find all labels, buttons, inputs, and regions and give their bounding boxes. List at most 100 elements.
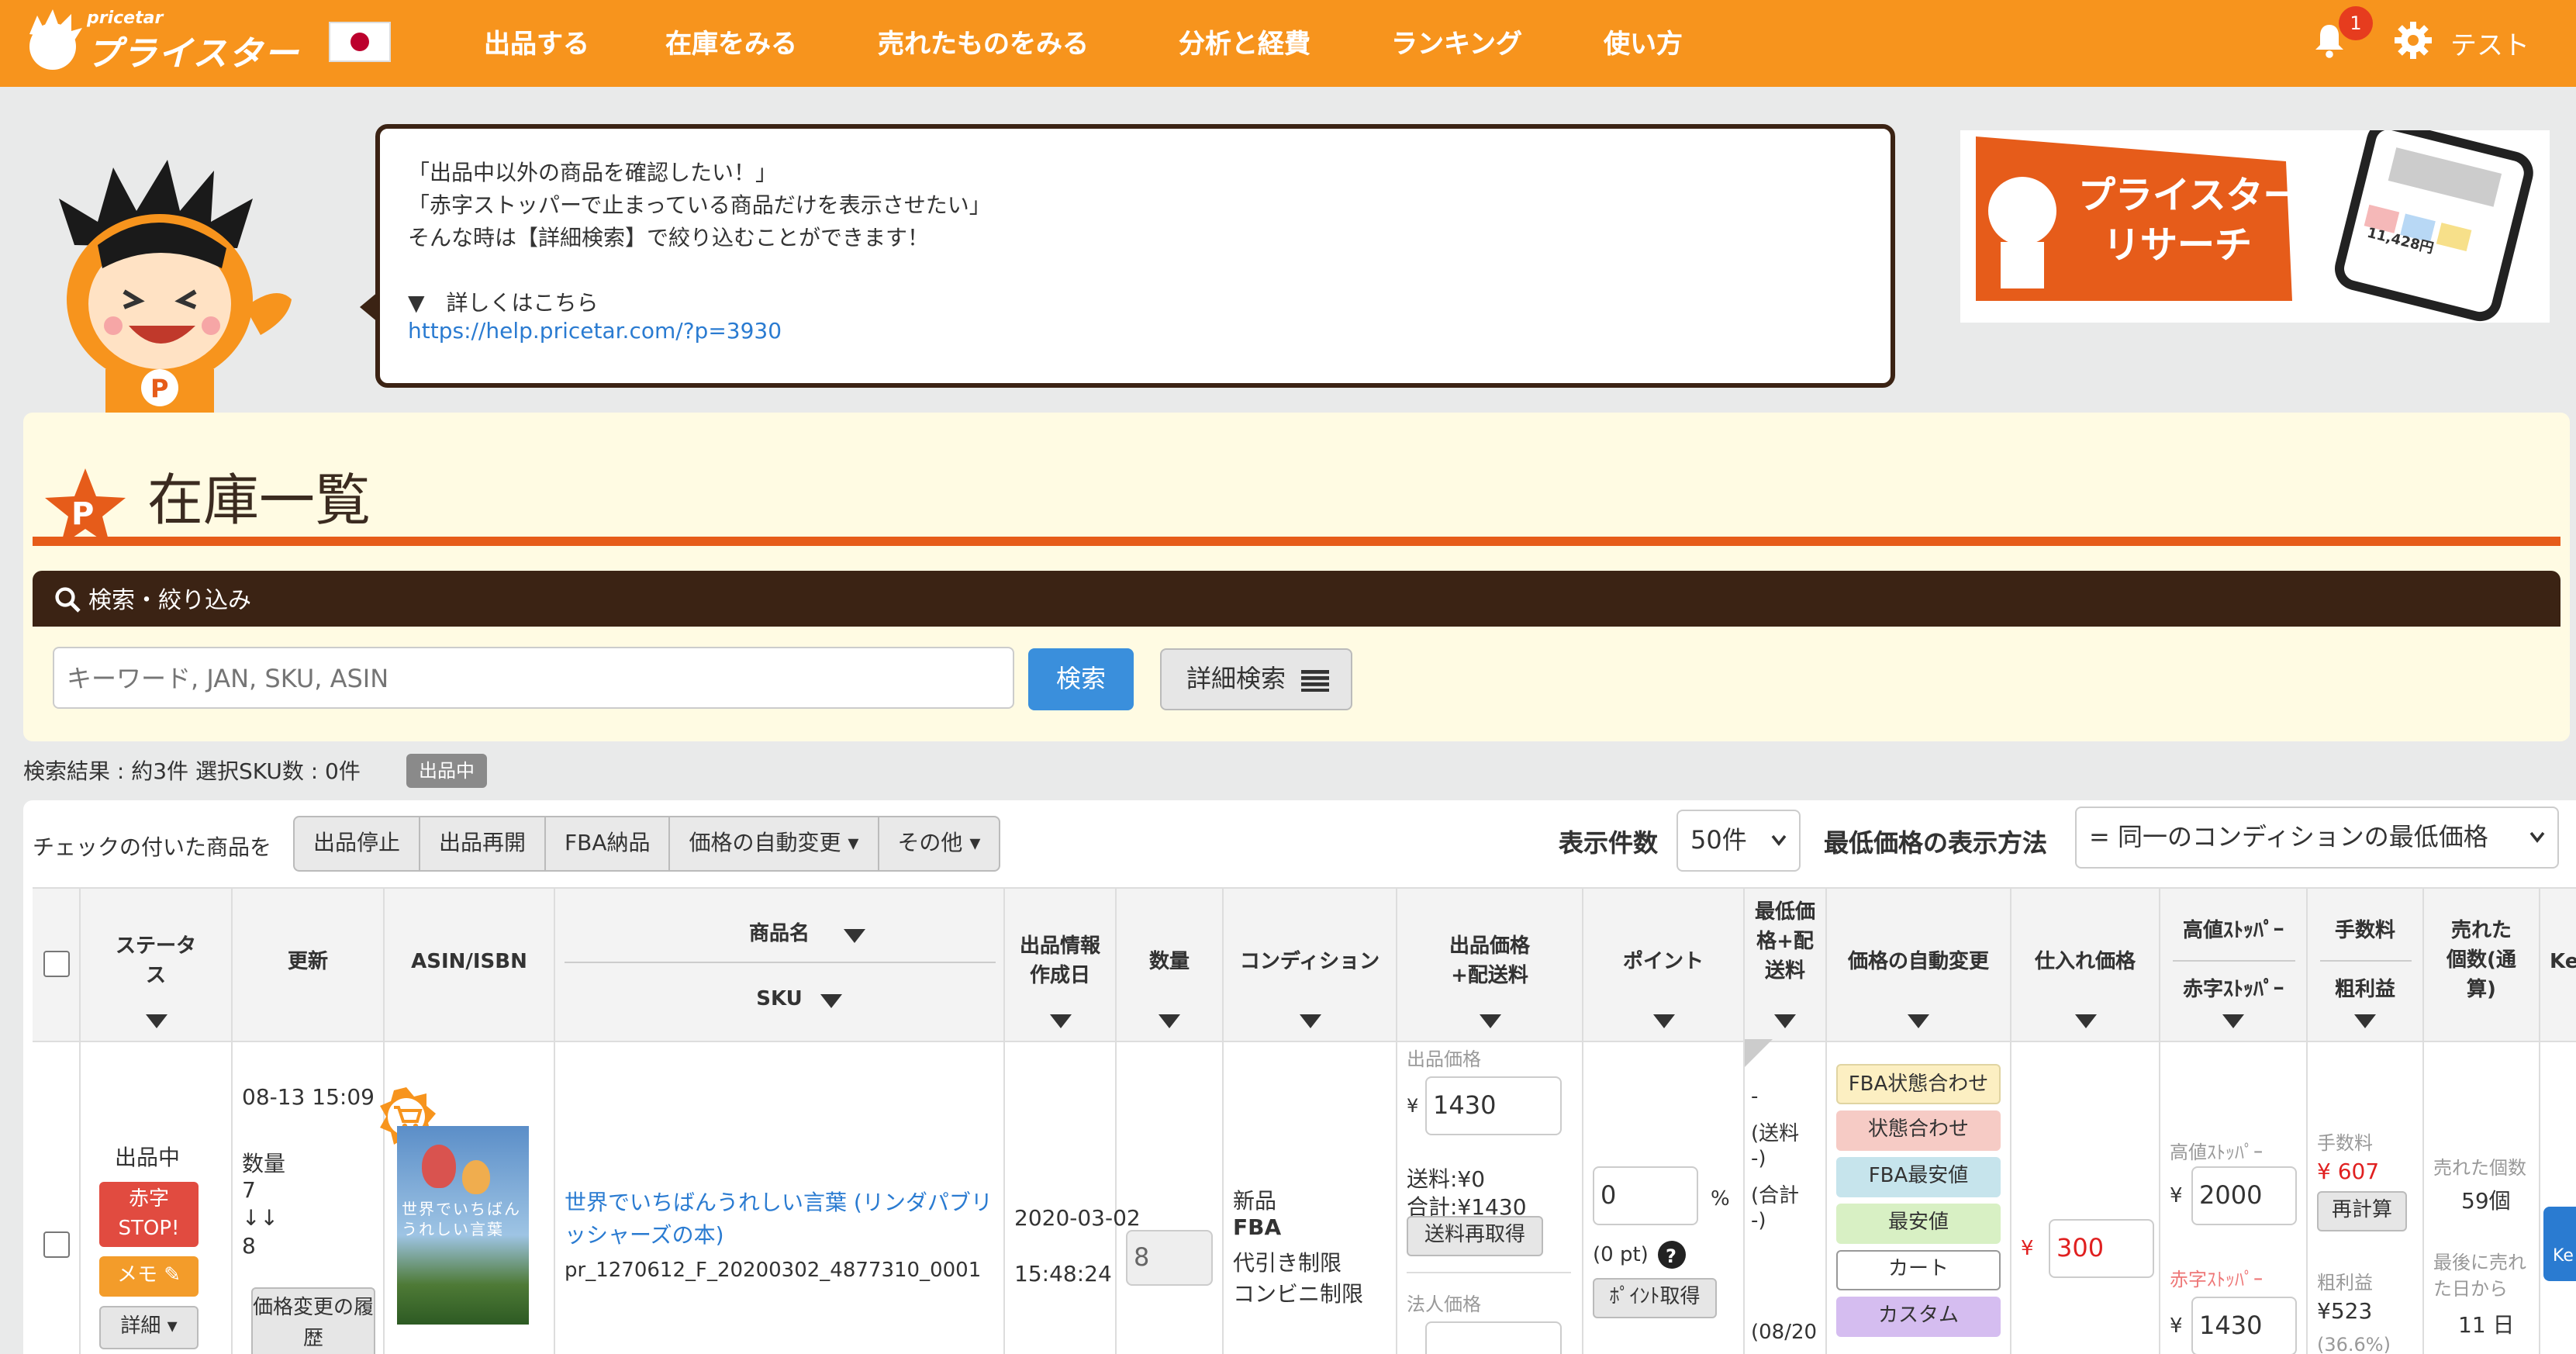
detail-dropdown[interactable]: 詳細 ▾: [99, 1306, 199, 1349]
banner-subtitle: リサーチ: [2103, 223, 2252, 267]
search-button[interactable]: 検索: [1028, 648, 1134, 710]
memo-button[interactable]: メモ ✎: [99, 1256, 199, 1297]
created-cell: 2020-03-02 15:48:24: [1005, 1039, 1141, 1354]
nav-analytics[interactable]: 分析と経費: [1179, 22, 1310, 60]
stopper-column-header[interactable]: 高値ｽﾄｯﾊﾟｰ 赤字ｽﾄｯﾊﾟｰ: [2160, 889, 2308, 1041]
cost-column-header[interactable]: 仕入れ価格: [2011, 889, 2160, 1041]
high-stopper-input[interactable]: 2000: [2191, 1166, 2297, 1225]
product-name-link[interactable]: 世界でいちばんうれしい言葉 (リンダパブリッシャーズの本): [565, 1188, 996, 1253]
row-checkbox[interactable]: [43, 1231, 70, 1258]
nav-inventory[interactable]: 在庫をみる: [665, 22, 797, 60]
sort-arrow-icon[interactable]: [1652, 1014, 1674, 1028]
days-since-sold-value: 11 日: [2458, 1314, 2515, 1338]
corporate-price-input[interactable]: [1425, 1321, 1562, 1354]
tip-line-3: そんな時は【詳細検索】で絞り込むことができます！: [408, 226, 929, 251]
pricetar-research-banner[interactable]: プライスター リサーチ 11,428円: [1960, 130, 2550, 323]
sort-arrow-icon[interactable]: [1299, 1014, 1321, 1028]
search-section-header[interactable]: 検索・絞り込み: [33, 571, 2560, 627]
sort-arrow-icon[interactable]: [820, 994, 842, 1008]
sort-arrow-icon[interactable]: [1908, 1014, 1929, 1028]
banner-title: プライスター: [2078, 174, 2301, 217]
auto-price-fba-condition[interactable]: FBA状態合わせ: [1836, 1064, 2001, 1104]
fee-profit-column-header[interactable]: 手数料 粗利益: [2308, 889, 2424, 1041]
min-price-line: -): [1751, 1210, 1766, 1233]
per-page-value: 50件: [1690, 825, 1747, 855]
status-column-header[interactable]: ステータス: [81, 889, 233, 1041]
nav-ranking[interactable]: ランキング: [1391, 22, 1522, 60]
min-price-column-header[interactable]: 最低価格+配送料: [1745, 889, 1827, 1041]
balloon-shape: [462, 1160, 490, 1194]
japan-flag-icon[interactable]: [329, 22, 391, 62]
pricetar-logo[interactable]: pricetar プライスター: [22, 3, 332, 84]
point-input[interactable]: 0: [1593, 1166, 1698, 1225]
per-page-select[interactable]: 50件: [1676, 810, 1801, 872]
svg-text:?: ?: [1666, 1245, 1676, 1267]
keyword-search-input[interactable]: [53, 647, 1014, 709]
banner-graphic: [1976, 130, 2533, 322]
question-icon[interactable]: ?: [1658, 1241, 1686, 1269]
listing-price-input[interactable]: 1430: [1425, 1076, 1562, 1135]
sort-arrow-icon[interactable]: [1479, 1014, 1500, 1028]
sort-arrow-icon[interactable]: [2074, 1014, 2096, 1028]
product-name-column-header[interactable]: 商品名 SKU: [555, 889, 1005, 1041]
advanced-search-button[interactable]: 詳細検索: [1160, 648, 1352, 710]
min-price-mode-select[interactable]: = 同一のコンディションの最低価格: [2075, 807, 2559, 869]
min-price-mode-value: = 同一のコンディションの最低価格: [2089, 822, 2488, 851]
sort-arrow-icon[interactable]: [145, 1014, 167, 1028]
condition-column-header[interactable]: コンディション: [1224, 889, 1397, 1041]
auto-price-dropdown[interactable]: 価格の自動変更 ▾: [670, 817, 879, 870]
other-actions-dropdown[interactable]: その他 ▾: [879, 817, 999, 870]
notification-count-badge[interactable]: 1: [2339, 6, 2373, 40]
help-link[interactable]: https://help.pricetar.com/?p=3930: [408, 320, 782, 344]
tip-speech-bubble: 「出品中以外の商品を確認したい！」 「赤字ストッパーで止まっている商品だけを表示…: [375, 124, 1895, 388]
sort-arrow-icon[interactable]: [2222, 1014, 2244, 1028]
sold-count-cell: 売れた個数 59個 最後に売れた日から 11 日: [2424, 1039, 2540, 1354]
cost-price-input[interactable]: 300: [2049, 1219, 2154, 1278]
auto-price-column-header[interactable]: 価格の自動変更: [1827, 889, 2011, 1041]
quantity-column-header[interactable]: 数量: [1117, 889, 1224, 1041]
auto-price-lowest[interactable]: 最安値: [1836, 1204, 2001, 1244]
auto-price-fba-lowest[interactable]: FBA最安値: [1836, 1157, 2001, 1197]
fba-inbound-button[interactable]: FBA納品: [546, 817, 671, 870]
stop-listing-button[interactable]: 出品停止: [295, 817, 420, 870]
created-column-header[interactable]: 出品情報作成日: [1005, 889, 1117, 1041]
profit-value: ¥523: [2317, 1300, 2373, 1325]
fetch-point-button[interactable]: ﾎﾟｲﾝﾄ取得: [1593, 1278, 1717, 1318]
auto-price-custom[interactable]: カスタム: [1836, 1297, 2001, 1337]
bulk-action-label: チェックの付いた商品を: [33, 836, 271, 861]
nav-sold[interactable]: 売れたものをみる: [878, 22, 1089, 60]
corporate-price-label: 法人価格: [1407, 1294, 1482, 1315]
red-stopper-input[interactable]: 1430: [2191, 1297, 2297, 1354]
select-all-checkbox[interactable]: [43, 951, 70, 977]
listing-status: 出品中: [115, 1146, 180, 1171]
point-column-header[interactable]: ポイント: [1583, 889, 1745, 1041]
nav-help[interactable]: 使い方: [1604, 22, 1683, 60]
status-badge[interactable]: 出品中: [406, 754, 488, 788]
condition-konbini-limit: コンビニ制限: [1233, 1283, 1363, 1307]
select-all-column: [33, 889, 81, 1041]
price-column-header[interactable]: 出品価格+配送料: [1397, 889, 1583, 1041]
profit-percent: (36.6%): [2317, 1334, 2391, 1354]
price-history-button[interactable]: 価格変更の履歴: [251, 1287, 375, 1354]
sort-arrow-icon[interactable]: [1049, 1014, 1071, 1028]
gear-icon[interactable]: [2393, 20, 2433, 60]
title-underline: [33, 537, 2560, 546]
resume-listing-button[interactable]: 出品再開: [420, 817, 546, 870]
refetch-shipping-button[interactable]: 送料再取得: [1407, 1216, 1543, 1256]
sort-arrow-icon[interactable]: [844, 929, 865, 943]
sort-arrow-icon[interactable]: [1159, 1014, 1180, 1028]
product-sku: pr_1270612_F_20200302_4877310_0001: [565, 1259, 982, 1283]
quantity-input[interactable]: 8: [1126, 1230, 1213, 1286]
keepa-button[interactable]: Ke: [2543, 1207, 2576, 1281]
updated-column-header[interactable]: 更新: [233, 889, 385, 1041]
nav-listing[interactable]: 出品する: [484, 22, 589, 60]
sort-arrow-icon[interactable]: [1774, 1014, 1796, 1028]
balloon-shape: [422, 1145, 456, 1188]
user-name[interactable]: テスト: [2450, 23, 2529, 62]
red-stop-button[interactable]: 赤字STOP!: [99, 1182, 199, 1247]
product-thumbnail[interactable]: 世界でいちばんうれしい言葉: [397, 1126, 529, 1325]
auto-price-cart[interactable]: カート: [1836, 1250, 2001, 1290]
recalculate-button[interactable]: 再計算: [2317, 1191, 2407, 1231]
sort-arrow-icon[interactable]: [2354, 1014, 2376, 1028]
auto-price-condition-match[interactable]: 状態合わせ: [1836, 1110, 2001, 1151]
